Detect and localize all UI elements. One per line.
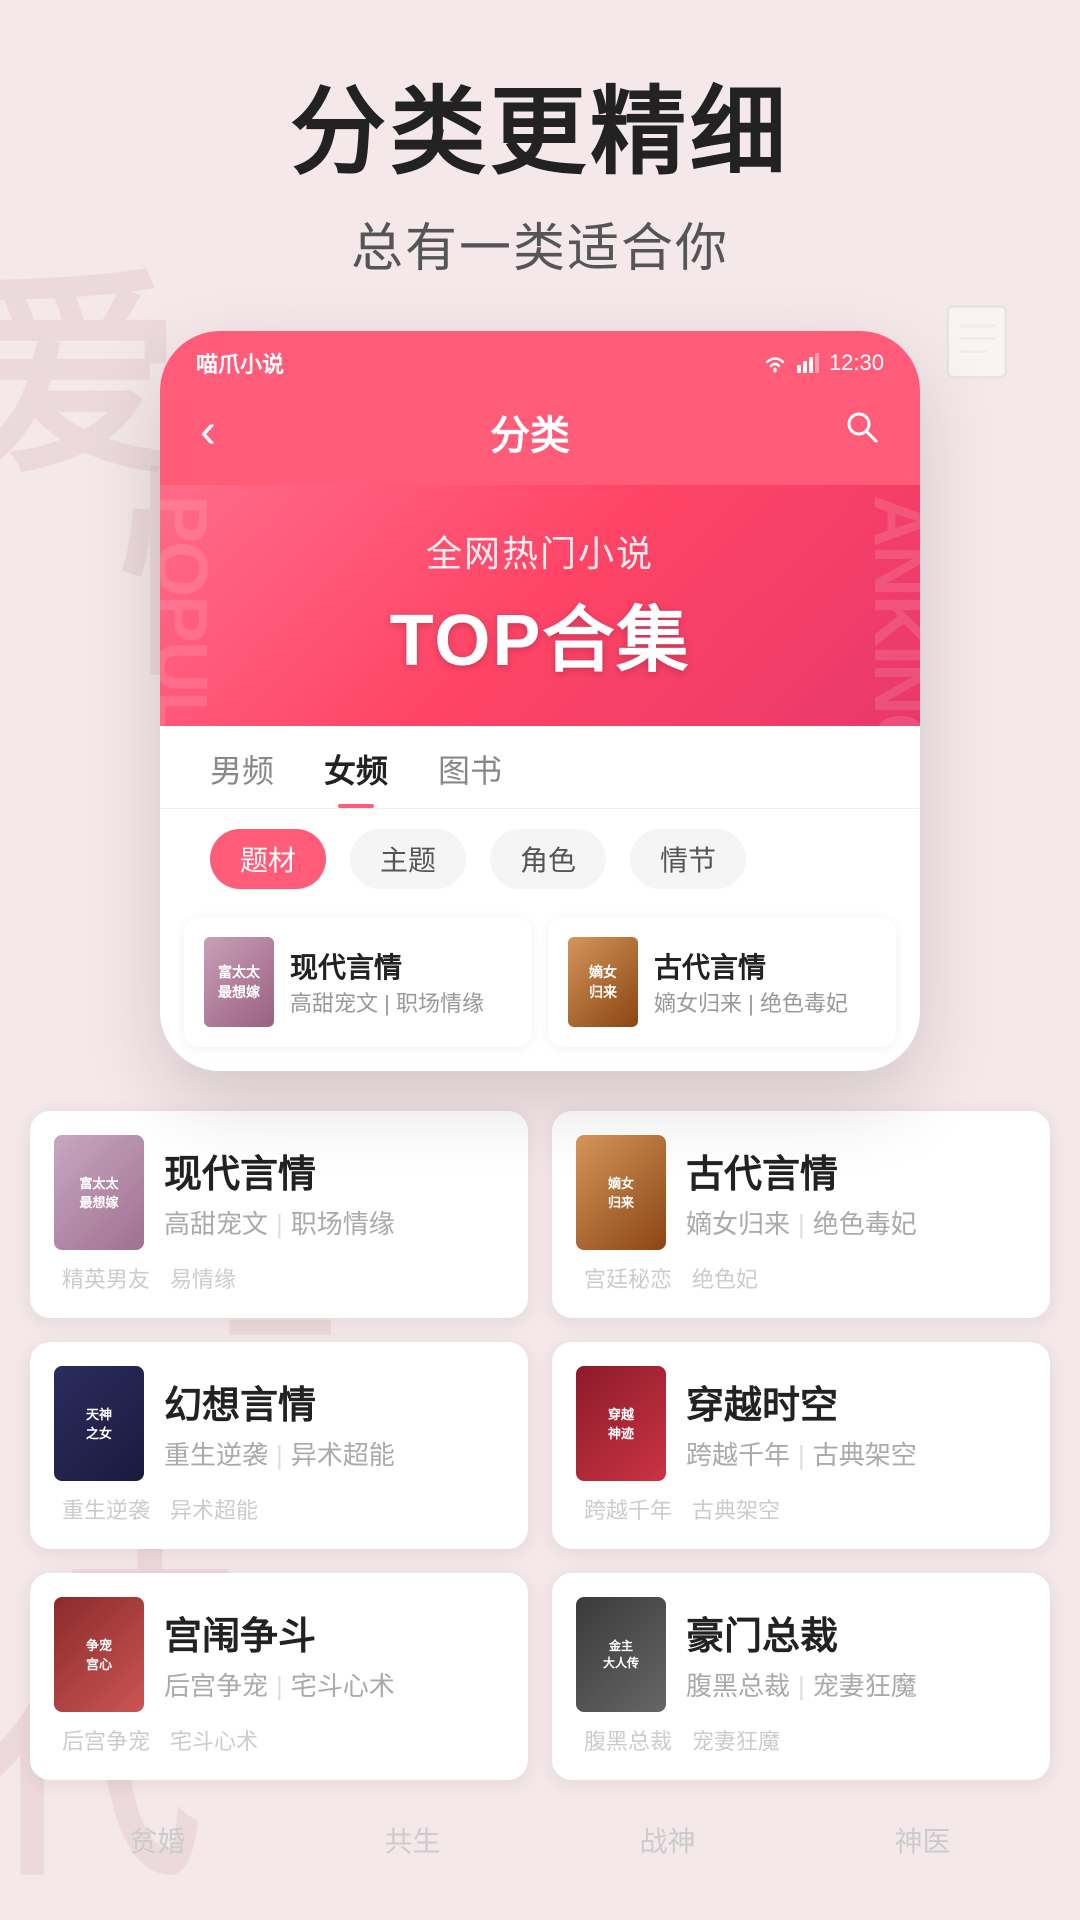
card-ancient-tags: 嫡女归来|绝色毒妃	[686, 1204, 1026, 1241]
faded-bottom-1: 贫婚	[129, 1820, 185, 1860]
card-scifi-tags: 跨越千年|古典架空	[686, 1435, 1026, 1472]
card-tycoon-faded: 腹黑总裁 宠妻狂魔	[576, 1724, 1026, 1756]
card-modern-faded: 精英男友 易情缘	[54, 1262, 504, 1294]
card-palace-faded: 后宫争宠 宅斗心术	[54, 1724, 504, 1756]
faded-bottom-4: 神医	[894, 1820, 950, 1860]
inner-card-modern[interactable]: 富太太最想嫁 现代言情 高甜宠文 | 职场情缘	[184, 917, 532, 1047]
card-scifi-title: 穿越时空	[686, 1374, 1026, 1429]
banner-bg-left: POPULAR N	[160, 495, 222, 726]
chips-row: 题材 主题 角色 情节	[160, 809, 920, 909]
card-ancient-faded: 宫廷秘恋 绝色妃	[576, 1262, 1026, 1294]
faded-bottom-3: 战神	[639, 1820, 695, 1860]
cover-tycoon: 金主大人传	[576, 1597, 666, 1712]
card-scifi-faded: 跨越千年 古典架空	[576, 1493, 1026, 1525]
card-fantasy[interactable]: 天神之女 幻想言情 重生逆袭|异术超能 重生逆袭 异术超能	[30, 1342, 528, 1549]
card-tycoon-title: 豪门总裁	[686, 1605, 1026, 1660]
card-tycoon[interactable]: 金主大人传 豪门总裁 腹黑总裁|宠妻狂魔 腹黑总裁 宠妻狂魔	[552, 1573, 1050, 1780]
inner-card-modern-tags: 高甜宠文 | 职场情缘	[290, 986, 484, 1018]
back-button[interactable]: ‹	[200, 404, 216, 459]
inner-card-modern-title: 现代言情	[290, 946, 484, 986]
cover-scifi: 穿越神迹	[576, 1366, 666, 1481]
page-title: 分类	[490, 403, 570, 461]
cover-ancient: 嫡女归来	[576, 1135, 666, 1250]
card-fantasy-tags: 重生逆袭|异术超能	[164, 1435, 504, 1472]
cover-fantasy: 天神之女	[54, 1366, 144, 1481]
card-fantasy-title: 幻想言情	[164, 1374, 504, 1429]
tab-female[interactable]: 女频	[324, 746, 388, 808]
faded-bottom-2: 共生	[384, 1820, 440, 1860]
app-name-status: 喵爪小说	[196, 347, 284, 379]
inner-card-ancient-tags: 嫡女归来 | 绝色毒妃	[654, 986, 848, 1018]
banner-line2: TOP合集	[390, 581, 691, 686]
chip-subject[interactable]: 题材	[210, 829, 326, 889]
bottom-faded-rows: 贫婚 共生 战神 神医	[0, 1820, 1080, 1880]
search-icon[interactable]	[844, 409, 880, 454]
card-modern-tags: 高甜宠文|职场情缘	[164, 1204, 504, 1241]
card-fantasy-faded: 重生逆袭 异术超能	[54, 1493, 504, 1525]
tabs-row: 男频 女频 图书	[160, 726, 920, 809]
app-header: ‹ 分类	[160, 387, 920, 485]
card-palace[interactable]: 争宠宫心 宫闱争斗 后宫争宠|宅斗心术 后宫争宠 宅斗心术	[30, 1573, 528, 1780]
cover-modern: 富太太最想嫁	[54, 1135, 144, 1250]
status-bar-right: 12:30	[761, 350, 884, 376]
hero-subtitle: 总有一类适合你	[351, 206, 729, 281]
chip-character[interactable]: 角色	[490, 829, 606, 889]
card-ancient[interactable]: 嫡女归来 古代言情 嫡女归来|绝色毒妃 宫廷秘恋 绝色妃	[552, 1111, 1050, 1318]
cover-palace: 争宠宫心	[54, 1597, 144, 1712]
status-bar: 喵爪小说 12:30	[160, 331, 920, 387]
inner-card-ancient-title: 古代言情	[654, 946, 848, 986]
tab-books[interactable]: 图书	[438, 746, 502, 808]
time-display: 12:30	[829, 350, 884, 376]
card-modern[interactable]: 富太太最想嫁 现代言情 高甜宠文|职场情缘 精英男友 易情缘	[30, 1111, 528, 1318]
signal-icon	[797, 353, 821, 373]
tab-male[interactable]: 男频	[210, 746, 274, 808]
card-palace-tags: 后宫争宠|宅斗心术	[164, 1666, 504, 1703]
paper-decoration-icon	[940, 300, 1020, 390]
banner-line1: 全网热门小说	[426, 525, 654, 577]
chip-theme[interactable]: 主题	[350, 829, 466, 889]
chip-plot[interactable]: 情节	[630, 829, 746, 889]
app-banner: POPULAR N ANKING LIS 全网热门小说 TOP合集	[160, 485, 920, 726]
phone-mockup: 喵爪小说 12:30 ‹ 分类	[160, 331, 920, 1071]
card-ancient-title: 古代言情	[686, 1143, 1026, 1198]
card-palace-title: 宫闱争斗	[164, 1605, 504, 1660]
inner-card-ancient[interactable]: 嫡女归来 古代言情 嫡女归来 | 绝色毒妃	[548, 917, 896, 1047]
banner-bg-right: ANKING LIS	[858, 495, 920, 726]
hero-title: 分类更精细	[290, 80, 790, 186]
card-scifi[interactable]: 穿越神迹 穿越时空 跨越千年|古典架空 跨越千年 古典架空	[552, 1342, 1050, 1549]
card-tycoon-tags: 腹黑总裁|宠妻狂魔	[686, 1666, 1026, 1703]
inner-category-grid: 富太太最想嫁 现代言情 高甜宠文 | 职场情缘 嫡女归来 古代言情 嫡	[160, 909, 920, 1071]
card-modern-title: 现代言情	[164, 1143, 504, 1198]
wifi-icon	[761, 353, 789, 373]
outer-cards-section: 富太太最想嫁 现代言情 高甜宠文|职场情缘 精英男友 易情缘 嫡女归来	[0, 1071, 1080, 1820]
